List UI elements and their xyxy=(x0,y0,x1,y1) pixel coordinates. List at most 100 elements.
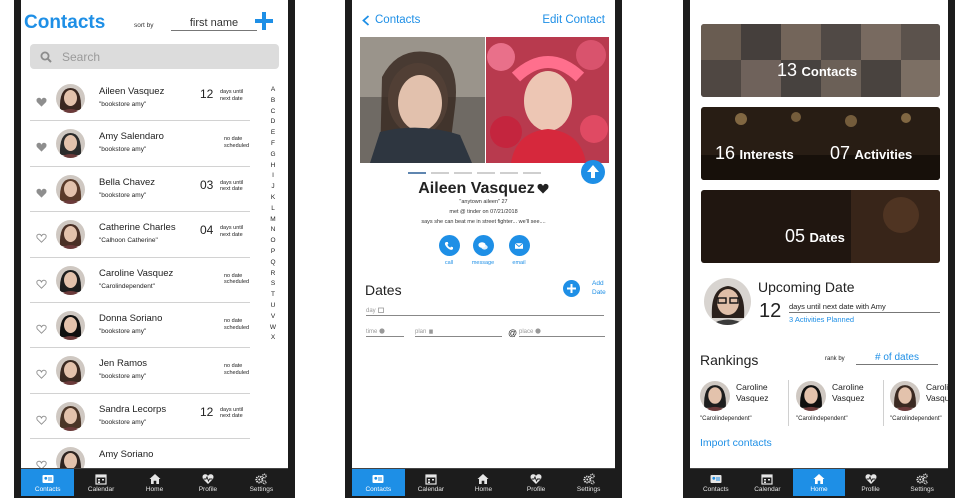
mockup-stage: Contacts sort by first name Search Ailee… xyxy=(0,0,970,498)
gears-icon xyxy=(583,473,595,485)
contact-row[interactable]: Donna Soriano "bookstore amy" no date sched… xyxy=(30,303,250,349)
tab-profile[interactable]: Profile xyxy=(845,469,897,496)
alphabet-letter[interactable]: N xyxy=(267,225,279,236)
dates-card[interactable]: 05 Dates xyxy=(701,190,940,263)
heart-outline-icon[interactable] xyxy=(36,366,47,380)
sort-select[interactable]: first name xyxy=(171,17,257,31)
tab-settings[interactable]: Settings xyxy=(235,469,288,496)
no-date-label: no date scheduled xyxy=(224,363,250,376)
avatar[interactable] xyxy=(704,278,751,325)
home-icon xyxy=(813,473,825,485)
tab-contacts[interactable]: Contacts xyxy=(690,469,742,496)
photo-pager[interactable] xyxy=(408,172,546,174)
alphabet-letter[interactable]: W xyxy=(267,323,279,334)
contact-row[interactable]: Sandra Lecorps "bookstore amy" 12 days unti… xyxy=(30,394,250,440)
import-contacts-link[interactable]: Import contacts xyxy=(700,437,772,449)
alphabet-letter[interactable]: X xyxy=(267,333,279,344)
sort-label: sort by xyxy=(134,22,154,29)
alphabet-letter[interactable]: R xyxy=(267,269,279,280)
alphabet-letter[interactable]: K xyxy=(267,193,279,204)
heart-outline-icon[interactable] xyxy=(36,230,47,244)
profile-photo-2[interactable] xyxy=(486,37,609,163)
tab-label: Profile xyxy=(526,485,546,493)
avatar xyxy=(56,265,85,295)
profile-photo-1[interactable] xyxy=(360,37,485,163)
contact-row[interactable]: Jen Ramos "bookstore amy" no date scheduled xyxy=(30,348,250,394)
search-input[interactable]: Search xyxy=(30,44,279,69)
tab-profile[interactable]: Profile xyxy=(181,469,234,496)
heart-outline-icon[interactable] xyxy=(36,457,47,468)
heart-outline-icon[interactable] xyxy=(36,412,47,425)
alphabet-letter[interactable]: P xyxy=(267,247,279,258)
back-button[interactable]: Contacts xyxy=(362,14,420,26)
contact-row[interactable]: Bella Chavez "bookstore amy" 03 days until n… xyxy=(30,167,250,213)
rank-by-select[interactable]: # of dates xyxy=(856,352,938,365)
activities-planned-link[interactable]: 3 Activities Planned xyxy=(789,315,854,324)
tab-contacts[interactable]: Contacts xyxy=(352,469,405,496)
date-place-field[interactable]: place xyxy=(519,328,605,337)
edit-contact-button[interactable]: Edit Contact xyxy=(542,14,605,26)
home-icon xyxy=(149,473,161,485)
heart-filled-icon[interactable] xyxy=(36,94,47,107)
mail-icon xyxy=(514,242,524,249)
contact-row[interactable]: Amy Salendaro "bookstore amy" no date sched… xyxy=(30,121,250,167)
tab-home[interactable]: Home xyxy=(457,469,510,496)
email-button[interactable]: email xyxy=(504,235,534,266)
tab-profile[interactable]: Profile xyxy=(510,469,563,496)
alphabet-letter[interactable]: L xyxy=(267,204,279,215)
heart-pulse-icon xyxy=(530,473,542,485)
alphabet-letter[interactable]: O xyxy=(267,236,279,247)
avatar xyxy=(56,356,85,386)
tab-calendar[interactable]: Calendar xyxy=(405,469,458,496)
interests-activities-card[interactable]: 16 Interests 07 Activities xyxy=(701,107,940,180)
alphabet-letter[interactable]: E xyxy=(267,128,279,139)
contact-row[interactable]: Caroline Vasquez "Carolindependent" no dat… xyxy=(30,258,250,303)
date-plan-field[interactable]: plan xyxy=(415,328,502,337)
avatar xyxy=(56,401,85,431)
alphabet-letter[interactable]: T xyxy=(267,290,279,301)
alphabet-letter[interactable]: F xyxy=(267,139,279,150)
tab-settings[interactable]: Settings xyxy=(896,469,948,496)
date-time-field[interactable]: time xyxy=(366,328,404,337)
alphabet-letter[interactable]: D xyxy=(267,117,279,128)
call-button[interactable]: call xyxy=(434,235,464,266)
heart-outline-icon[interactable] xyxy=(36,321,47,334)
tab-settings[interactable]: Settings xyxy=(562,469,615,496)
add-contact-icon[interactable] xyxy=(253,10,275,32)
alphabet-letter[interactable]: V xyxy=(267,312,279,323)
alphabet-letter[interactable]: J xyxy=(267,182,279,193)
tab-home[interactable]: Home xyxy=(128,469,181,496)
message-button[interactable]: message xyxy=(468,235,498,266)
alphabet-letter[interactable]: C xyxy=(267,107,279,118)
contact-row[interactable]: Catherine Charles "Calhoon Catherine" 04 da… xyxy=(30,212,250,258)
contacts-icon xyxy=(372,473,384,485)
heart-filled-icon[interactable] xyxy=(537,183,549,194)
tab-calendar[interactable]: Calendar xyxy=(742,469,794,496)
heart-pulse-icon xyxy=(865,473,877,485)
add-date-button[interactable]: Add Date xyxy=(563,280,606,297)
date-day-field[interactable]: day xyxy=(366,307,604,316)
tab-calendar[interactable]: Calendar xyxy=(74,469,127,496)
tab-home[interactable]: Home xyxy=(793,469,845,496)
alphabet-letter[interactable]: G xyxy=(267,150,279,161)
tab-contacts[interactable]: Contacts xyxy=(21,469,75,496)
heart-filled-icon[interactable] xyxy=(36,139,47,152)
heart-filled-icon[interactable] xyxy=(36,185,47,198)
alphabet-letter[interactable]: B xyxy=(267,96,279,107)
contact-name: Caroline Vasquez xyxy=(99,267,174,279)
contact-row[interactable]: Aileen Vasquez "bookstore amy" 12 days unti… xyxy=(30,76,250,122)
contacts-card[interactable]: 13 Contacts xyxy=(701,24,940,97)
alphabet-letter[interactable]: Q xyxy=(267,258,279,269)
contact-row[interactable]: Amy Soriano xyxy=(30,439,250,468)
alphabet-letter[interactable]: U xyxy=(267,301,279,312)
phone-contacts: Contacts sort by first name Search Ailee… xyxy=(14,0,295,498)
alphabet-letter[interactable]: I xyxy=(267,171,279,182)
avatar xyxy=(56,174,85,204)
alphabet-letter[interactable]: S xyxy=(267,279,279,290)
contact-name: Catherine Charles xyxy=(99,222,176,234)
alphabet-letter[interactable]: M xyxy=(267,215,279,226)
alphabet-letter[interactable]: H xyxy=(267,161,279,172)
alphabet-letter[interactable]: A xyxy=(267,85,279,96)
heart-outline-icon[interactable] xyxy=(36,276,47,289)
alphabet-index[interactable]: ABCDEFGHIJKLMNOPQRSTUVWX xyxy=(267,85,279,344)
